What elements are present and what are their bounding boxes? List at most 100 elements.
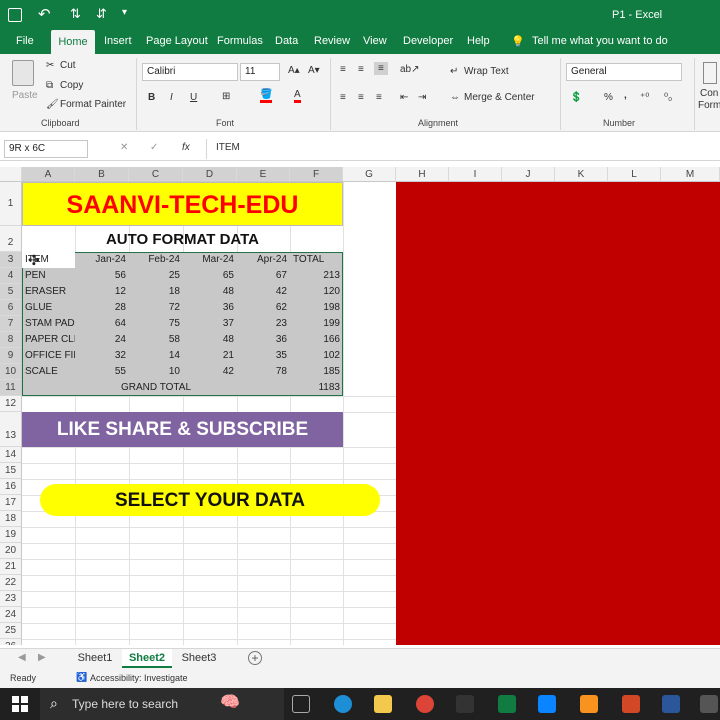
tab-developer[interactable]: Developer <box>403 35 453 47</box>
powerpoint-icon[interactable] <box>622 695 640 713</box>
prev-sheet-icon[interactable]: ◀ <box>18 652 26 663</box>
table-cell[interactable]: 42 <box>237 284 290 300</box>
table-cell[interactable]: 35 <box>237 348 290 364</box>
select-all-corner[interactable] <box>0 167 22 182</box>
table-cell[interactable]: 199 <box>290 316 343 332</box>
sheet-title[interactable]: SAANVI-TECH-EDU <box>22 182 343 226</box>
row-header[interactable]: 5 <box>0 284 22 300</box>
underline-button[interactable]: U <box>190 92 197 103</box>
bold-button[interactable]: B <box>148 92 155 103</box>
table-cell[interactable]: GLUE <box>22 300 75 316</box>
column-header[interactable]: H <box>396 167 449 182</box>
table-cell[interactable]: 18 <box>129 284 183 300</box>
header-cell[interactable]: Jan-24 <box>75 252 129 268</box>
table-cell[interactable]: 198 <box>290 300 343 316</box>
table-cell[interactable]: 166 <box>290 332 343 348</box>
format-painter-button[interactable]: Format Painter <box>60 99 126 110</box>
font-name-dropdown[interactable]: Calibri <box>142 63 238 81</box>
table-cell[interactable]: ERASER <box>22 284 75 300</box>
tab-review[interactable]: Review <box>314 35 350 47</box>
paste-icon[interactable] <box>12 60 34 86</box>
fill-color-icon[interactable]: 🪣 <box>260 89 273 103</box>
enter-icon[interactable]: ✓ <box>150 142 158 153</box>
table-cell[interactable]: 64 <box>75 316 129 332</box>
column-header[interactable]: J <box>502 167 555 182</box>
italic-button[interactable]: I <box>170 92 173 103</box>
increase-indent-icon[interactable]: ⇥ <box>418 92 426 103</box>
align-left-icon[interactable]: ≡ <box>340 92 346 103</box>
middle-align-icon[interactable]: ≡ <box>358 64 364 75</box>
row-header[interactable]: 8 <box>0 332 22 348</box>
header-cell[interactable]: Feb-24 <box>129 252 183 268</box>
table-cell[interactable]: 14 <box>129 348 183 364</box>
snip-icon[interactable] <box>538 695 556 713</box>
column-header[interactable]: C <box>129 167 183 182</box>
number-format-dropdown[interactable]: General <box>566 63 682 81</box>
decrease-indent-icon[interactable]: ⇤ <box>400 92 408 103</box>
cut-button[interactable]: Cut <box>60 60 76 71</box>
table-cell[interactable]: 62 <box>237 300 290 316</box>
row-header[interactable]: 22 <box>0 575 22 591</box>
table-cell[interactable]: 56 <box>75 268 129 284</box>
row-header[interactable]: 10 <box>0 364 22 380</box>
tab-data[interactable]: Data <box>275 35 298 47</box>
row-header[interactable]: 15 <box>0 463 22 479</box>
name-box[interactable]: 9R x 6C <box>4 140 88 158</box>
row-header[interactable]: 12 <box>0 396 22 412</box>
row-header[interactable]: 17 <box>0 495 22 511</box>
customize-toolbar-icon[interactable]: ▾ <box>122 7 127 18</box>
bottom-align-icon[interactable]: ≡ <box>374 62 388 75</box>
tab-file[interactable]: File <box>16 35 34 47</box>
tab-insert[interactable]: Insert <box>104 35 132 47</box>
column-header[interactable]: D <box>183 167 237 182</box>
like-share-banner[interactable]: LIKE SHARE & SUBSCRIBE <box>22 412 343 447</box>
table-cell[interactable]: 36 <box>183 300 237 316</box>
accessibility-status[interactable]: Accessibility: Investigate <box>90 673 188 683</box>
table-cell[interactable]: 10 <box>129 364 183 380</box>
row-header[interactable]: 25 <box>0 623 22 639</box>
sort-descending-icon[interactable]: ⇵ <box>96 6 107 22</box>
column-header[interactable]: E <box>237 167 290 182</box>
grand-total-value[interactable]: 1183 <box>290 380 343 396</box>
table-cell[interactable]: 36 <box>237 332 290 348</box>
chrome-icon[interactable] <box>416 695 434 713</box>
undo-icon[interactable]: ↶ <box>38 5 51 23</box>
sort-ascending-icon[interactable]: ⇅ <box>70 6 81 22</box>
decrease-decimal-icon[interactable]: ⁰₀ <box>664 92 672 103</box>
table-cell[interactable]: PEN <box>22 268 75 284</box>
row-header[interactable]: 23 <box>0 591 22 607</box>
row-header[interactable]: 9 <box>0 348 22 364</box>
table-cell[interactable]: 28 <box>75 300 129 316</box>
table-cell[interactable]: 65 <box>183 268 237 284</box>
decrease-font-icon[interactable]: A▾ <box>308 65 320 76</box>
next-sheet-icon[interactable]: ▶ <box>38 652 46 663</box>
orientation-icon[interactable]: ab↗ <box>400 64 420 75</box>
table-cell[interactable]: 24 <box>75 332 129 348</box>
table-cell[interactable]: 120 <box>290 284 343 300</box>
borders-icon[interactable]: ⊞ <box>222 91 230 102</box>
column-header[interactable]: G <box>343 167 396 182</box>
copy-icon[interactable]: ⧉ <box>46 80 53 91</box>
table-cell[interactable]: 78 <box>237 364 290 380</box>
row-header[interactable]: 4 <box>0 268 22 284</box>
table-cell[interactable]: PAPER CLI <box>22 332 75 348</box>
table-cell[interactable]: 75 <box>129 316 183 332</box>
table-cell[interactable]: 32 <box>75 348 129 364</box>
table-cell[interactable]: 213 <box>290 268 343 284</box>
row-header[interactable]: 20 <box>0 543 22 559</box>
row-header[interactable]: 16 <box>0 479 22 495</box>
table-cell[interactable]: SCALE <box>22 364 75 380</box>
table-cell[interactable]: 23 <box>237 316 290 332</box>
percent-button[interactable]: % <box>604 92 613 103</box>
column-header[interactable]: M <box>661 167 720 182</box>
row-header[interactable]: 21 <box>0 559 22 575</box>
row-header[interactable]: 19 <box>0 527 22 543</box>
column-header[interactable]: K <box>555 167 608 182</box>
sheet-tab[interactable]: Sheet1 <box>70 649 120 668</box>
table-cell[interactable]: 55 <box>75 364 129 380</box>
table-cell[interactable]: 42 <box>183 364 237 380</box>
top-align-icon[interactable]: ≡ <box>340 64 346 75</box>
comma-button[interactable]: , <box>624 90 627 101</box>
tab-home[interactable]: Home <box>51 30 95 54</box>
table-cell[interactable]: 67 <box>237 268 290 284</box>
